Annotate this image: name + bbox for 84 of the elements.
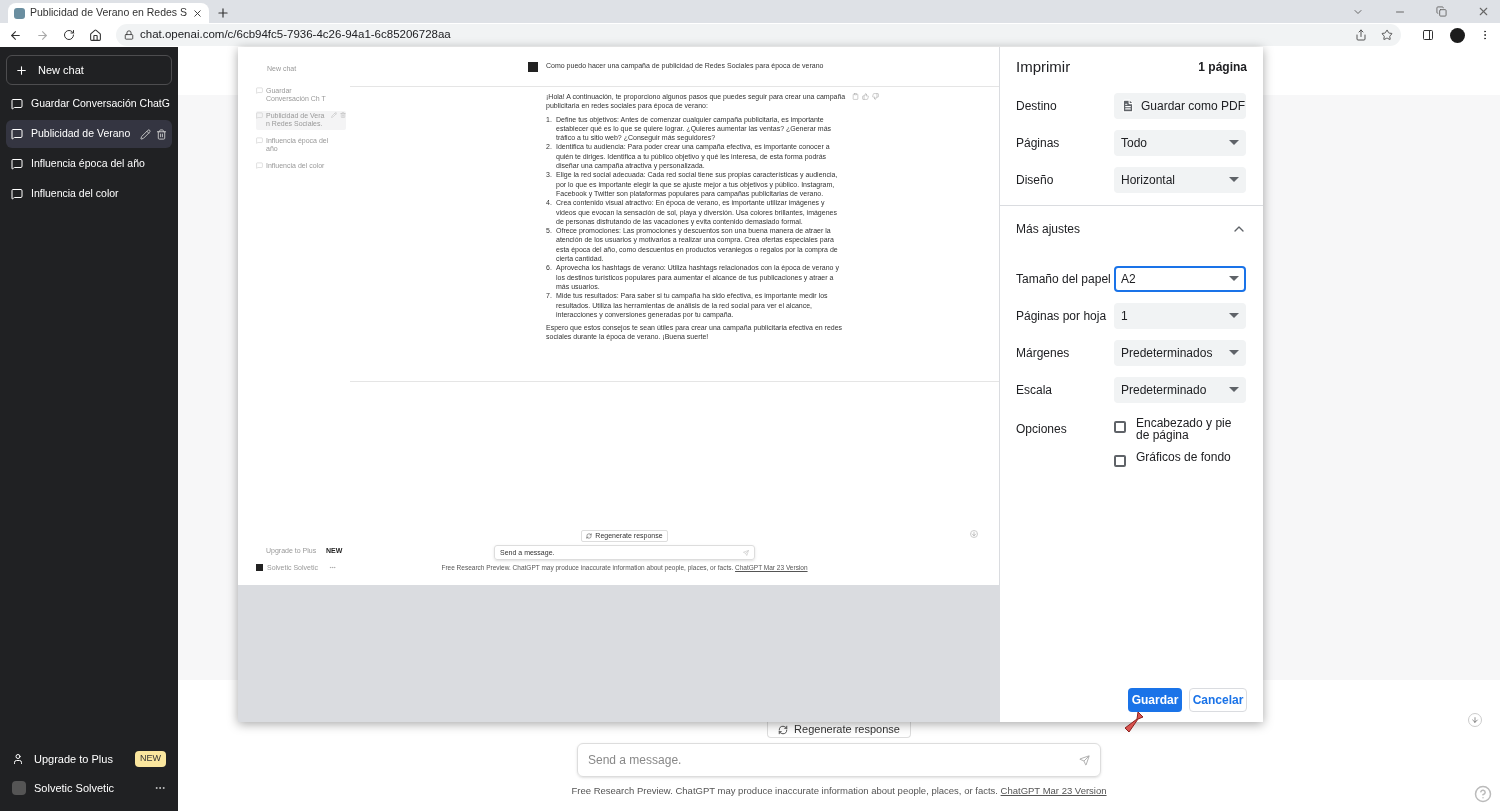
copy-icon[interactable] [852,93,859,100]
lock-icon [124,30,134,40]
caret-icon [1229,140,1239,145]
cancel-button[interactable]: Cancelar [1189,688,1247,712]
setting-select[interactable]: Todo [1114,129,1246,156]
caret-icon [1229,276,1239,281]
setting-label: Opciones [1016,421,1068,438]
caret-icon [1229,350,1239,355]
caret-icon [1229,387,1239,392]
chat-item[interactable]: Guardar Conversación ChatG [6,90,172,118]
user-menu[interactable]: Solvetic Solvetic [6,773,172,803]
help-icon[interactable] [1474,785,1492,803]
setting-label: Márgenes [1016,344,1071,362]
save-button[interactable]: Guardar [1128,688,1182,712]
setting-label: Páginas por hoja [1016,307,1108,325]
chat-item[interactable]: Influencia época del año [6,150,172,178]
setting-select[interactable]: 1 [1114,302,1246,329]
close-icon[interactable] [1477,5,1490,18]
setting-select[interactable]: A2 [1114,265,1246,292]
chat-icon [256,86,263,94]
refresh-icon [778,724,789,735]
chat-item[interactable]: Influencia del color [6,180,172,208]
checkbox[interactable] [1114,421,1126,433]
user-avatar [528,61,538,72]
share-icon[interactable] [1355,29,1367,41]
address-bar[interactable]: chat.openai.com/c/6cb94fc5-7936-4c26-94a1-6c85206728aa [116,24,1401,46]
chat-icon [11,188,23,200]
favicon-icon [14,7,25,19]
edit-icon[interactable] [140,128,151,140]
forward-icon[interactable] [36,28,49,42]
setting-label: Diseño [1016,171,1055,189]
dialog-title: Imprimir [1016,56,1071,77]
version-link[interactable]: ChatGPT Mar 23 Version [1000,785,1107,796]
browser-tab[interactable]: Publicidad de Verano en Redes S [8,3,210,23]
checkbox-label: Gráficos de fondo [1136,450,1231,463]
setting-select[interactable]: Guardar como PDF [1114,92,1246,119]
setting-select[interactable]: Horizontal [1114,166,1246,193]
reload-icon[interactable] [63,29,75,41]
close-icon[interactable] [192,7,204,19]
regenerate-button[interactable]: Regenerate response [767,722,911,738]
thumbs-down-icon[interactable] [872,93,879,100]
chat-icon [11,158,23,170]
chat-icon [256,161,263,169]
chat-icon [256,136,263,144]
trash-icon[interactable] [156,128,167,140]
message-field[interactable]: Send a message. [577,743,1101,777]
new-chat-button[interactable]: New chat [6,55,172,85]
refresh-icon [586,533,593,540]
chat-icon [11,128,23,140]
page-count: 1 página [1198,59,1247,76]
disclaimer-text: Free Research Preview. ChatGPT may produce inaccurate information about people, places, or facts. ChatGPT Mar 23 Version [571,784,1107,798]
restore-icon[interactable] [1436,6,1447,17]
caret-icon [1229,313,1239,318]
caret-icon [1229,177,1239,182]
chat-item[interactable]: Publicidad de Verano [6,120,172,148]
setting-label: Tamaño del papel [1016,270,1112,288]
new-tab-icon[interactable] [216,6,231,20]
home-icon[interactable] [89,28,102,42]
profile-avatar[interactable] [1450,27,1465,43]
user-icon [12,753,24,765]
back-icon[interactable] [9,28,22,42]
upgrade-item[interactable]: Upgrade to Plus NEW [6,745,172,773]
thumbs-up-icon[interactable] [862,93,869,100]
checkbox-label: Encabezado y pie de página [1136,416,1233,441]
chat-icon [11,98,23,110]
checkbox[interactable] [1114,455,1126,467]
send-icon[interactable] [1079,754,1090,766]
plus-icon [15,63,28,77]
setting-select[interactable]: Predeterminados [1114,339,1246,366]
more-settings-toggle[interactable]: Más ajustes [1016,206,1247,252]
setting-label: Escala [1016,381,1054,399]
pointer-arrow-icon [1124,711,1144,733]
user-avatar [12,781,26,795]
user-avatar [256,564,263,572]
scroll-down-icon[interactable] [1468,713,1482,727]
document-icon [1121,98,1135,113]
setting-label: Páginas [1016,134,1061,152]
scroll-down-icon[interactable] [970,530,978,539]
setting-select[interactable]: Predeterminado [1114,376,1246,403]
new-badge: NEW [135,751,166,767]
chat-icon [256,111,263,119]
side-panel-icon[interactable] [1422,29,1434,41]
bookmark-star-icon[interactable] [1381,29,1393,41]
setting-label: Destino [1016,97,1058,115]
